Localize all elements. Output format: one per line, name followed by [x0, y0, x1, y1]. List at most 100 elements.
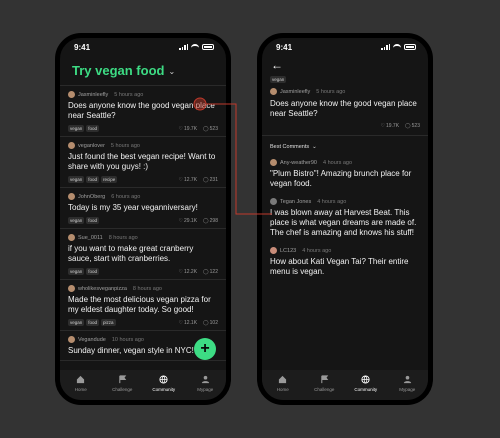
list-item[interactable]: Jasminleefly 5 hours ago Does anyone know … — [60, 86, 226, 137]
post-text: Does anyone know the good vegan place ne… — [270, 99, 417, 118]
like-count[interactable]: ♡ 19.7K — [178, 126, 197, 132]
post-footer: vegan food recipe ♡ 12.7K ◯ 231 — [68, 176, 218, 183]
post-author[interactable]: Jasminleefly — [280, 89, 310, 95]
post-author[interactable]: Vegandude — [78, 337, 106, 343]
signal-icon — [381, 44, 390, 50]
heart-icon: ♡ — [178, 268, 183, 275]
feed-title-bar[interactable]: Try vegan food ⌄ — [60, 56, 226, 86]
post-text: if you want to make great cranberry sauc… — [68, 244, 194, 263]
comment-icon: ◯ — [203, 176, 209, 183]
tag-chip[interactable]: food — [86, 125, 100, 132]
heart-icon: ♡ — [380, 123, 385, 129]
globe-icon — [361, 375, 370, 385]
post-meta: wholikesveganpizza 8 hours ago — [68, 285, 218, 292]
comment-count[interactable]: ◯ 298 — [203, 218, 218, 224]
post-text: Today is my 35 year veganniversary! — [68, 203, 198, 212]
tab-mypage[interactable]: Mypage — [187, 375, 223, 392]
comment-meta: LC123 4 hours ago — [270, 247, 420, 254]
tab-home[interactable]: Home — [63, 375, 99, 392]
comment-author[interactable]: LC123 — [280, 248, 296, 254]
post-time: 8 hours ago — [132, 285, 162, 292]
tab-home[interactable]: Home — [265, 375, 301, 392]
avatar — [270, 88, 277, 95]
like-count[interactable]: ♡ 29.1K — [178, 218, 197, 224]
tag-chip[interactable]: food — [86, 319, 100, 326]
comment-author[interactable]: Tegan Jones — [280, 199, 311, 205]
post-time: 5 hours ago — [114, 91, 144, 98]
home-icon — [76, 375, 85, 385]
post-meta: JohnOberg 6 hours ago — [68, 193, 218, 200]
post-author[interactable]: JohnOberg — [78, 194, 105, 200]
page-title[interactable]: Try vegan food — [72, 63, 164, 78]
list-item[interactable]: veganlover 5 hours ago Just found the best… — [60, 137, 226, 188]
comment-item: Any-weather90 4 hours ago "Plum Bistro"! A… — [262, 154, 428, 193]
status-bar: 9:41 — [262, 38, 428, 56]
post-footer: vegan food ♡ 19.7K ◯ 523 — [68, 125, 218, 132]
avatar — [68, 285, 75, 292]
like-count[interactable]: ♡ 12.7K — [178, 177, 197, 183]
avatar — [68, 142, 75, 149]
post-author[interactable]: veganlover — [78, 143, 105, 149]
tab-bar: Home Challenge Community Mypage — [262, 370, 428, 400]
like-count[interactable]: ♡ 19.7K — [380, 123, 399, 129]
post-author[interactable]: wholikesveganpizza — [78, 286, 127, 292]
comment-count[interactable]: ◯ 523 — [405, 123, 420, 129]
list-item[interactable]: wholikesveganpizza 8 hours ago Made the mo… — [60, 280, 226, 331]
post-author[interactable]: Sue_0011 — [78, 235, 103, 241]
post-list: Jasminleefly 5 hours ago Does anyone know … — [60, 86, 226, 361]
post-footer: vegan food pizza ♡ 12.1K ◯ 102 — [68, 319, 218, 326]
chevron-down-icon[interactable]: ⌄ — [168, 67, 175, 76]
heart-icon: ♡ — [178, 176, 183, 183]
list-item[interactable]: Sue_0011 8 hours ago if you want to make g… — [60, 229, 226, 280]
tab-community[interactable]: Community — [348, 375, 384, 392]
tab-challenge[interactable]: Challenge — [306, 375, 342, 392]
tab-community[interactable]: Community — [146, 375, 182, 392]
tag-chip[interactable]: vegan — [270, 76, 287, 83]
add-post-button[interactable]: + — [194, 338, 216, 360]
comment-author[interactable]: Any-weather90 — [280, 160, 317, 166]
tag-chip[interactable]: food — [86, 217, 100, 224]
tag-chip[interactable]: vegan — [68, 176, 85, 183]
tab-challenge[interactable]: Challenge — [104, 375, 140, 392]
like-count[interactable]: ♡ 12.2K — [178, 269, 197, 275]
heart-icon: ♡ — [178, 125, 183, 132]
post-meta: veganlover 5 hours ago — [68, 142, 218, 149]
comment-count[interactable]: ◯ 523 — [203, 126, 218, 132]
comment-icon: ◯ — [203, 125, 209, 132]
tag-chip[interactable]: food — [86, 176, 100, 183]
post-meta: Jasminleefly 5 hours ago — [68, 91, 218, 98]
tag-chip[interactable]: food — [86, 268, 100, 275]
wifi-icon — [191, 44, 199, 50]
tag-chip[interactable]: vegan — [68, 125, 85, 132]
comment-text: I was blown away at Harvest Beat. This p… — [270, 208, 417, 237]
list-item[interactable]: JohnOberg 6 hours ago Today is my 35 year … — [60, 188, 226, 229]
post-footer: vegan food ♡ 29.1K ◯ 298 — [68, 217, 218, 224]
tab-label: Mypage — [197, 387, 214, 392]
comment-count[interactable]: ◯ 231 — [203, 177, 218, 183]
tab-mypage[interactable]: Mypage — [389, 375, 425, 392]
like-count[interactable]: ♡ 12.1K — [178, 320, 197, 326]
wifi-icon — [393, 44, 401, 50]
battery-icon — [404, 44, 416, 50]
like-value: 12.7K — [183, 176, 198, 183]
tag-chip[interactable]: pizza — [101, 319, 116, 326]
tag-chip[interactable]: vegan — [68, 268, 85, 275]
arrow-left-icon[interactable]: ← — [262, 56, 428, 74]
status-time: 9:41 — [276, 42, 293, 52]
tag-chip[interactable]: recipe — [101, 176, 118, 183]
comment-item: Tegan Jones 4 hours ago I was blown away a… — [262, 193, 428, 242]
avatar — [270, 159, 277, 166]
post-text: Just found the best vegan recipe! Want t… — [68, 152, 216, 171]
post-time: 10 hours ago — [111, 336, 144, 343]
tag-chip[interactable]: vegan — [68, 217, 85, 224]
comment-count[interactable]: ◯ 102 — [203, 320, 218, 326]
post-author[interactable]: Jasminleefly — [78, 92, 108, 98]
tag-chip[interactable]: vegan — [68, 319, 85, 326]
tab-label: Challenge — [314, 387, 335, 392]
tab-label: Mypage — [399, 387, 416, 392]
comment-count[interactable]: ◯ 122 — [203, 269, 218, 275]
comment-sort-dropdown[interactable]: Best Comments ⌄ — [262, 136, 428, 154]
post-footer: vegan food ♡ 12.2K ◯ 122 — [68, 268, 218, 275]
sort-label: Best Comments — [270, 144, 310, 150]
tag-list: vegan food — [68, 125, 100, 132]
